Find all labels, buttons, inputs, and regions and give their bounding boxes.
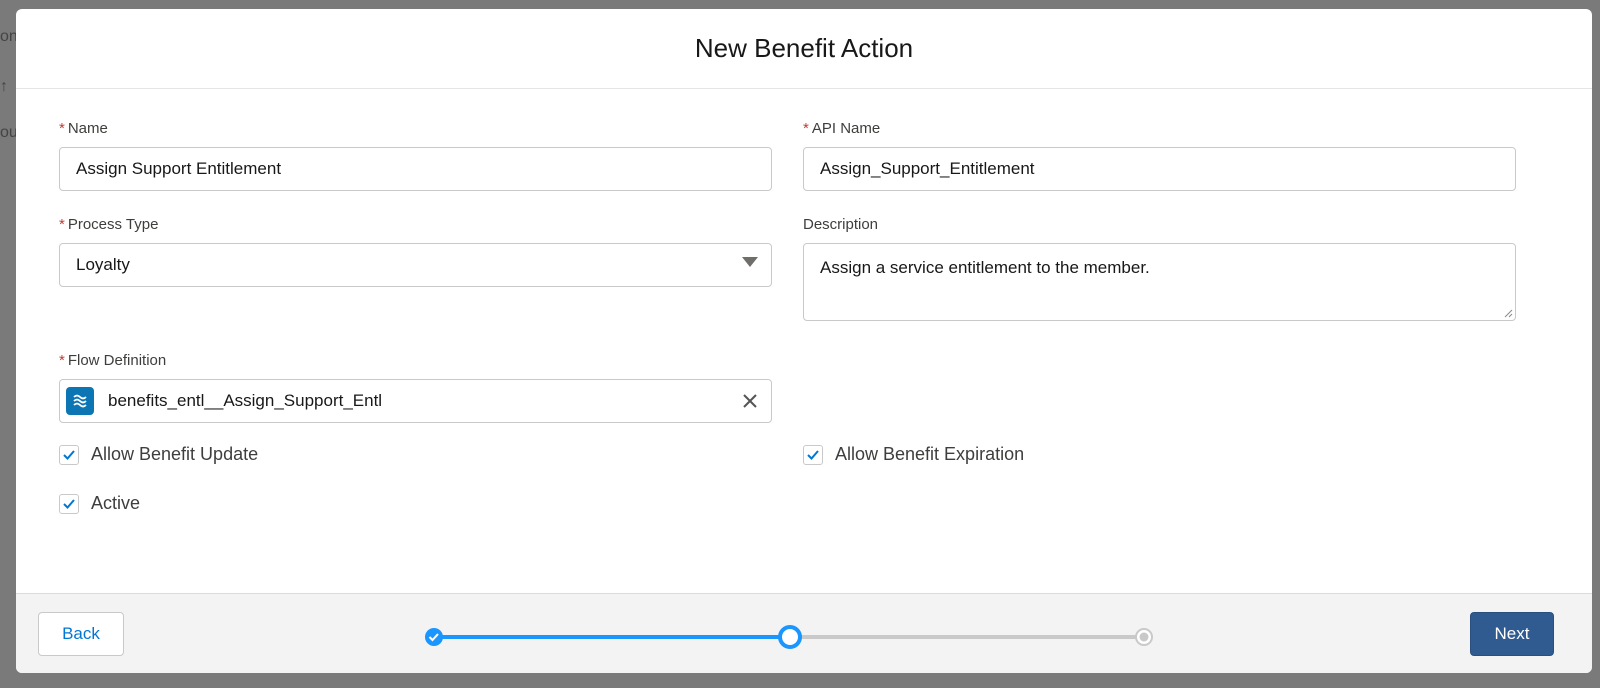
description-textarea[interactable]: Assign a service entitlement to the memb… xyxy=(803,243,1516,321)
required-asterisk: * xyxy=(59,216,65,233)
modal-title: New Benefit Action xyxy=(694,33,914,63)
description-field-group: Description Assign a service entitlement… xyxy=(803,215,1516,321)
active-checkbox[interactable] xyxy=(59,493,79,514)
allow-benefit-update-checkbox[interactable] xyxy=(59,444,79,465)
required-asterisk: * xyxy=(803,120,809,137)
back-button[interactable]: Back xyxy=(38,612,124,656)
resize-grip-icon[interactable] xyxy=(1503,308,1513,318)
process-type-field-group: * Process Type Loyalty xyxy=(59,215,772,287)
flow-definition-lookup[interactable]: benefits_entl__Assign_Support_Entl xyxy=(59,379,772,423)
api-name-input[interactable]: Assign_Support_Entitlement xyxy=(803,147,1516,191)
allow-benefit-expiration-row[interactable]: Allow Benefit Expiration xyxy=(803,444,1024,465)
required-asterisk: * xyxy=(59,352,65,369)
progress-step-3-incomplete[interactable] xyxy=(1135,628,1153,646)
allow-benefit-update-label: Allow Benefit Update xyxy=(91,444,259,464)
active-label: Active xyxy=(91,493,141,513)
allow-benefit-expiration-checkbox[interactable] xyxy=(803,444,823,465)
chevron-down-icon[interactable] xyxy=(742,257,758,267)
name-label: * Name xyxy=(59,120,108,137)
process-type-label: * Process Type xyxy=(59,216,159,233)
progress-step-2-current[interactable] xyxy=(778,625,802,649)
check-icon xyxy=(63,449,75,460)
modal-body: * Name Assign Support Entitlement * API Na… xyxy=(16,89,1592,593)
flow-definition-field-group: * Flow Definition benefits_entl__Assign_S… xyxy=(59,351,772,423)
close-icon[interactable] xyxy=(741,392,759,410)
process-type-select[interactable]: Loyalty xyxy=(59,243,772,287)
next-button[interactable]: Next xyxy=(1470,612,1554,656)
flow-definition-value: benefits_entl__Assign_Support_Entl xyxy=(108,391,383,410)
active-row[interactable]: Active xyxy=(59,493,140,514)
api-name-field-group: * API Name Assign_Support_Entitlement xyxy=(803,119,1516,191)
flow-icon xyxy=(66,387,94,415)
check-icon xyxy=(63,498,75,509)
flow-definition-label: * Flow Definition xyxy=(59,352,167,369)
new-benefit-action-modal: New Benefit Action * Name Assign Support … xyxy=(16,9,1592,673)
background-arrow-fragment: ↑ xyxy=(0,78,8,95)
modal-header: New Benefit Action xyxy=(16,9,1592,89)
name-field-group: * Name Assign Support Entitlement xyxy=(59,119,772,191)
progress-indicator xyxy=(425,625,1153,649)
required-asterisk: * xyxy=(59,120,65,137)
modal-footer: Back Next xyxy=(16,593,1592,673)
api-name-label: * API Name xyxy=(803,120,881,137)
allow-benefit-update-row[interactable]: Allow Benefit Update xyxy=(59,444,258,465)
progress-step-1-complete[interactable] xyxy=(425,628,443,646)
description-label: Description xyxy=(803,216,879,233)
check-icon xyxy=(807,449,819,460)
name-input[interactable]: Assign Support Entitlement xyxy=(59,147,772,191)
allow-benefit-expiration-label: Allow Benefit Expiration xyxy=(835,444,1025,464)
